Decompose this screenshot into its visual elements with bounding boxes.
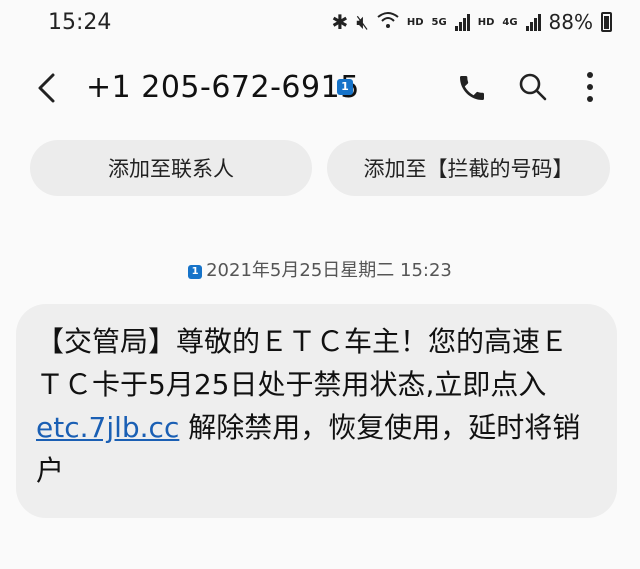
battery-percent: 88% [548, 10, 593, 34]
message-link[interactable]: etc.7jlb.cc [36, 411, 179, 444]
network-5g-label: 5G [431, 16, 447, 28]
add-to-blocked-numbers-button[interactable]: 添加至【拦截的号码】 [327, 140, 610, 196]
add-to-contacts-button[interactable]: 添加至联系人 [30, 140, 312, 196]
more-options-icon[interactable] [585, 70, 595, 108]
mute-icon: 🔇︎ [356, 10, 369, 34]
contact-phone-number: +1 205-672-6915 [86, 70, 360, 105]
network-4g-label: 4G [502, 16, 518, 28]
hd-voice-label: HD [406, 16, 424, 28]
message-text-part1: 【交管局】尊敬的ＥＴＣ车主！您的高速ＥＴＣ卡于5月25日处于禁用状态,立即点入 [36, 325, 569, 401]
wifi-icon [377, 10, 399, 34]
message-timestamp-row: 1 2021年5月25日星期二 15:23 [0, 256, 640, 282]
bluetooth-icon: ✱ [331, 10, 349, 34]
message-bubble[interactable]: 【交管局】尊敬的ＥＴＣ车主！您的高速ＥＴＣ卡于5月25日处于禁用状态,立即点入 … [16, 304, 617, 518]
status-time: 15:24 [48, 10, 112, 35]
sim-badge-small: 1 [188, 265, 203, 279]
message-timestamp: 2021年5月25日星期二 15:23 [206, 260, 452, 281]
status-icons: ✱ 🔇︎ HD 5G HD 4G 88% [331, 10, 612, 34]
signal-icon-2 [525, 13, 541, 31]
signal-icon [454, 13, 470, 31]
status-bar: 15:24 ✱ 🔇︎ HD 5G HD 4G 88% [0, 0, 640, 50]
hd-voice-label-2: HD [477, 16, 495, 28]
phone-call-icon[interactable] [456, 72, 488, 108]
app-bar: +1 205-672-6915 1 [0, 58, 640, 118]
battery-icon [601, 12, 612, 32]
search-icon[interactable] [518, 72, 548, 106]
sim-badge: 1 [337, 79, 353, 95]
back-arrow-icon[interactable] [36, 72, 56, 112]
